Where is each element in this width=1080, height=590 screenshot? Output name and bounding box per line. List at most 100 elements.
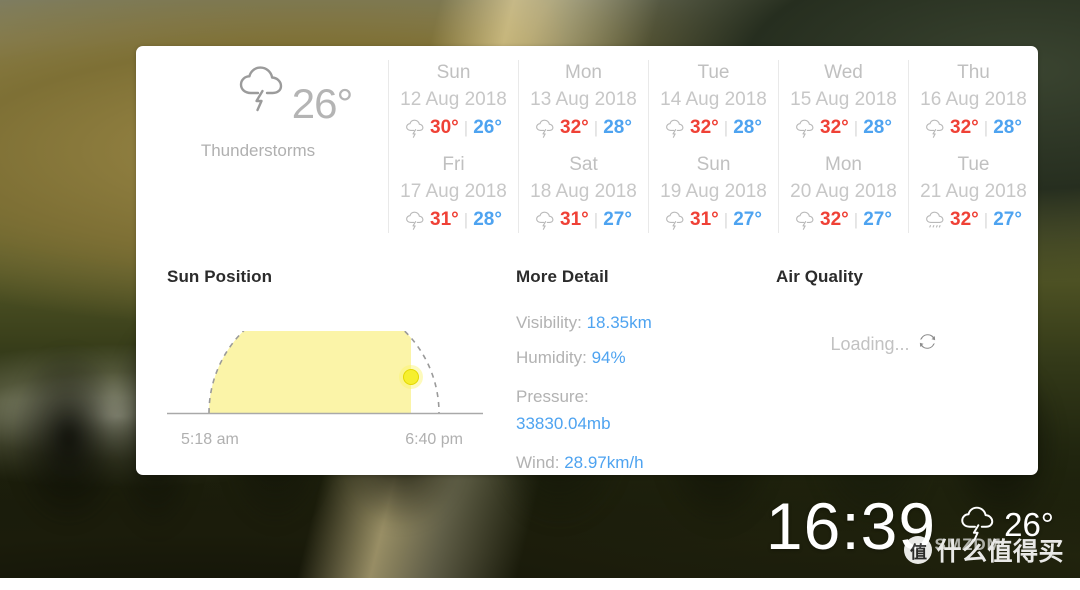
forecast-high: 32° bbox=[820, 114, 849, 142]
forecast-low: 28° bbox=[993, 114, 1022, 142]
forecast-day[interactable]: Tue14 Aug 201832°|28° bbox=[649, 60, 778, 142]
forecast-high: 31° bbox=[560, 206, 589, 234]
forecast-date: 12 Aug 2018 bbox=[389, 86, 518, 113]
forecast-temps: 32°|28° bbox=[519, 114, 648, 142]
visibility-label: Visibility: bbox=[516, 313, 582, 332]
thunderstorm-icon bbox=[795, 211, 815, 230]
watermark-logo: 值 bbox=[904, 536, 932, 564]
forecast-day-name: Sun bbox=[389, 60, 518, 86]
card-top-row: 26° Thunderstorms Sun12 Aug 201830°|26°F… bbox=[136, 46, 1038, 234]
sun-position-graph bbox=[167, 331, 483, 423]
pressure-value: 33830.04mb bbox=[516, 410, 764, 437]
forecast-columns: Sun12 Aug 201830°|26°Fri17 Aug 201831°|2… bbox=[388, 46, 1038, 234]
forecast-separator: | bbox=[464, 206, 468, 234]
forecast-high: 32° bbox=[950, 114, 979, 142]
forecast-date: 18 Aug 2018 bbox=[519, 178, 648, 205]
forecast-day-name: Tue bbox=[649, 60, 778, 86]
forecast-separator: | bbox=[854, 114, 858, 142]
forecast-day-name: Fri bbox=[389, 152, 518, 178]
forecast-date: 21 Aug 2018 bbox=[909, 178, 1038, 205]
forecast-low: 27° bbox=[863, 206, 892, 234]
pressure-label: Pressure: bbox=[516, 383, 764, 410]
sunset-time: 6:40 pm bbox=[405, 431, 463, 449]
forecast-separator: | bbox=[594, 114, 598, 142]
forecast-date: 13 Aug 2018 bbox=[519, 86, 648, 113]
card-bottom-row: Sun Position bbox=[136, 234, 1038, 475]
forecast-column-3: Tue14 Aug 201832°|28° Sun19 Aug 201831°|2… bbox=[648, 60, 778, 233]
humidity-value: 94% bbox=[592, 348, 626, 367]
forecast-high: 31° bbox=[690, 206, 719, 234]
forecast-date: 16 Aug 2018 bbox=[909, 86, 1038, 113]
thunderstorm-icon bbox=[405, 119, 425, 138]
forecast-low: 28° bbox=[603, 114, 632, 142]
watermark-brand-latin: SMZDM bbox=[934, 535, 1001, 555]
air-quality-panel: Air Quality Loading... bbox=[764, 267, 1038, 475]
forecast-high: 31° bbox=[430, 206, 459, 234]
forecast-day-name: Tue bbox=[909, 152, 1038, 178]
weather-card: 26° Thunderstorms Sun12 Aug 201830°|26°F… bbox=[136, 46, 1038, 475]
forecast-temps: 31°|28° bbox=[389, 206, 518, 234]
more-detail-title: More Detail bbox=[516, 267, 764, 287]
watermark: 值 SMZDM 什么值得买 bbox=[904, 532, 1064, 568]
forecast-day[interactable]: Sat18 Aug 201831°|27° bbox=[519, 152, 648, 234]
forecast-day-name: Sat bbox=[519, 152, 648, 178]
forecast-column-5: Thu16 Aug 201832°|28°Tue21 Aug 201832°|2… bbox=[908, 60, 1038, 233]
forecast-temps: 32°|28° bbox=[649, 114, 778, 142]
air-quality-title: Air Quality bbox=[776, 267, 1038, 287]
forecast-day[interactable]: Thu16 Aug 201832°|28° bbox=[909, 60, 1038, 142]
forecast-day[interactable]: Fri17 Aug 201831°|28° bbox=[389, 152, 518, 234]
sun-times: 5:18 am 6:40 pm bbox=[167, 431, 475, 449]
sunrise-time: 5:18 am bbox=[181, 431, 239, 449]
forecast-separator: | bbox=[984, 114, 988, 142]
forecast-day[interactable]: Tue21 Aug 201832°|27° bbox=[909, 152, 1038, 234]
thunderstorm-icon bbox=[236, 64, 288, 117]
forecast-day-name: Thu bbox=[909, 60, 1038, 86]
rain-shower-icon bbox=[925, 211, 945, 230]
air-quality-status: Loading... bbox=[830, 334, 909, 355]
forecast-low: 28° bbox=[863, 114, 892, 142]
more-detail-panel: More Detail Visibility: 18.35km Humidity… bbox=[516, 267, 764, 475]
forecast-day[interactable]: Mon13 Aug 201832°|28° bbox=[519, 60, 648, 142]
detail-row-humidity: Humidity: 94% bbox=[516, 340, 764, 375]
sun-position-title: Sun Position bbox=[167, 267, 516, 287]
forecast-day[interactable]: Mon20 Aug 201832°|27° bbox=[779, 152, 908, 234]
wind-value: 28.97km/h bbox=[564, 453, 643, 472]
forecast-high: 30° bbox=[430, 114, 459, 142]
forecast-day[interactable]: Sun12 Aug 201830°|26° bbox=[389, 60, 518, 142]
thunderstorm-icon bbox=[665, 211, 685, 230]
refresh-icon[interactable] bbox=[919, 333, 936, 355]
forecast-date: 17 Aug 2018 bbox=[389, 178, 518, 205]
forecast-separator: | bbox=[984, 206, 988, 234]
forecast-column-2: Mon13 Aug 201832°|28°Sat18 Aug 201831°|2… bbox=[518, 60, 648, 233]
forecast-day-name: Sun bbox=[649, 152, 778, 178]
thunderstorm-icon bbox=[535, 119, 555, 138]
forecast-low: 28° bbox=[473, 206, 502, 234]
forecast-temps: 32°|28° bbox=[909, 114, 1038, 142]
wind-label: Wind: bbox=[516, 453, 559, 472]
sun-position-panel: Sun Position bbox=[136, 267, 516, 475]
forecast-day-name: Wed bbox=[779, 60, 908, 86]
forecast-date: 14 Aug 2018 bbox=[649, 86, 778, 113]
forecast-date: 15 Aug 2018 bbox=[779, 86, 908, 113]
forecast-temps: 32°|28° bbox=[779, 114, 908, 142]
forecast-day[interactable]: Wed15 Aug 201832°|28° bbox=[779, 60, 908, 142]
detail-row-wind: Wind: 28.97km/h bbox=[516, 445, 764, 475]
forecast-temps: 30°|26° bbox=[389, 114, 518, 142]
forecast-separator: | bbox=[724, 206, 728, 234]
thunderstorm-icon bbox=[535, 211, 555, 230]
current-temperature: 26° bbox=[292, 83, 353, 125]
forecast-column-1: Sun12 Aug 201830°|26°Fri17 Aug 201831°|2… bbox=[388, 60, 518, 233]
forecast-temps: 32°|27° bbox=[909, 206, 1038, 234]
forecast-day[interactable]: Sun19 Aug 201831°|27° bbox=[649, 152, 778, 234]
forecast-date: 20 Aug 2018 bbox=[779, 178, 908, 205]
current-condition-label: Thunderstorms bbox=[201, 141, 315, 161]
thunderstorm-icon bbox=[795, 119, 815, 138]
forecast-day-name: Mon bbox=[779, 152, 908, 178]
forecast-low: 26° bbox=[473, 114, 502, 142]
forecast-date: 19 Aug 2018 bbox=[649, 178, 778, 205]
forecast-column-4: Wed15 Aug 201832°|28°Mon20 Aug 201832°|2… bbox=[778, 60, 908, 233]
watermark-brand: SMZDM 什么值得买 bbox=[936, 532, 1064, 568]
forecast-high: 32° bbox=[950, 206, 979, 234]
forecast-separator: | bbox=[594, 206, 598, 234]
forecast-low: 27° bbox=[733, 206, 762, 234]
